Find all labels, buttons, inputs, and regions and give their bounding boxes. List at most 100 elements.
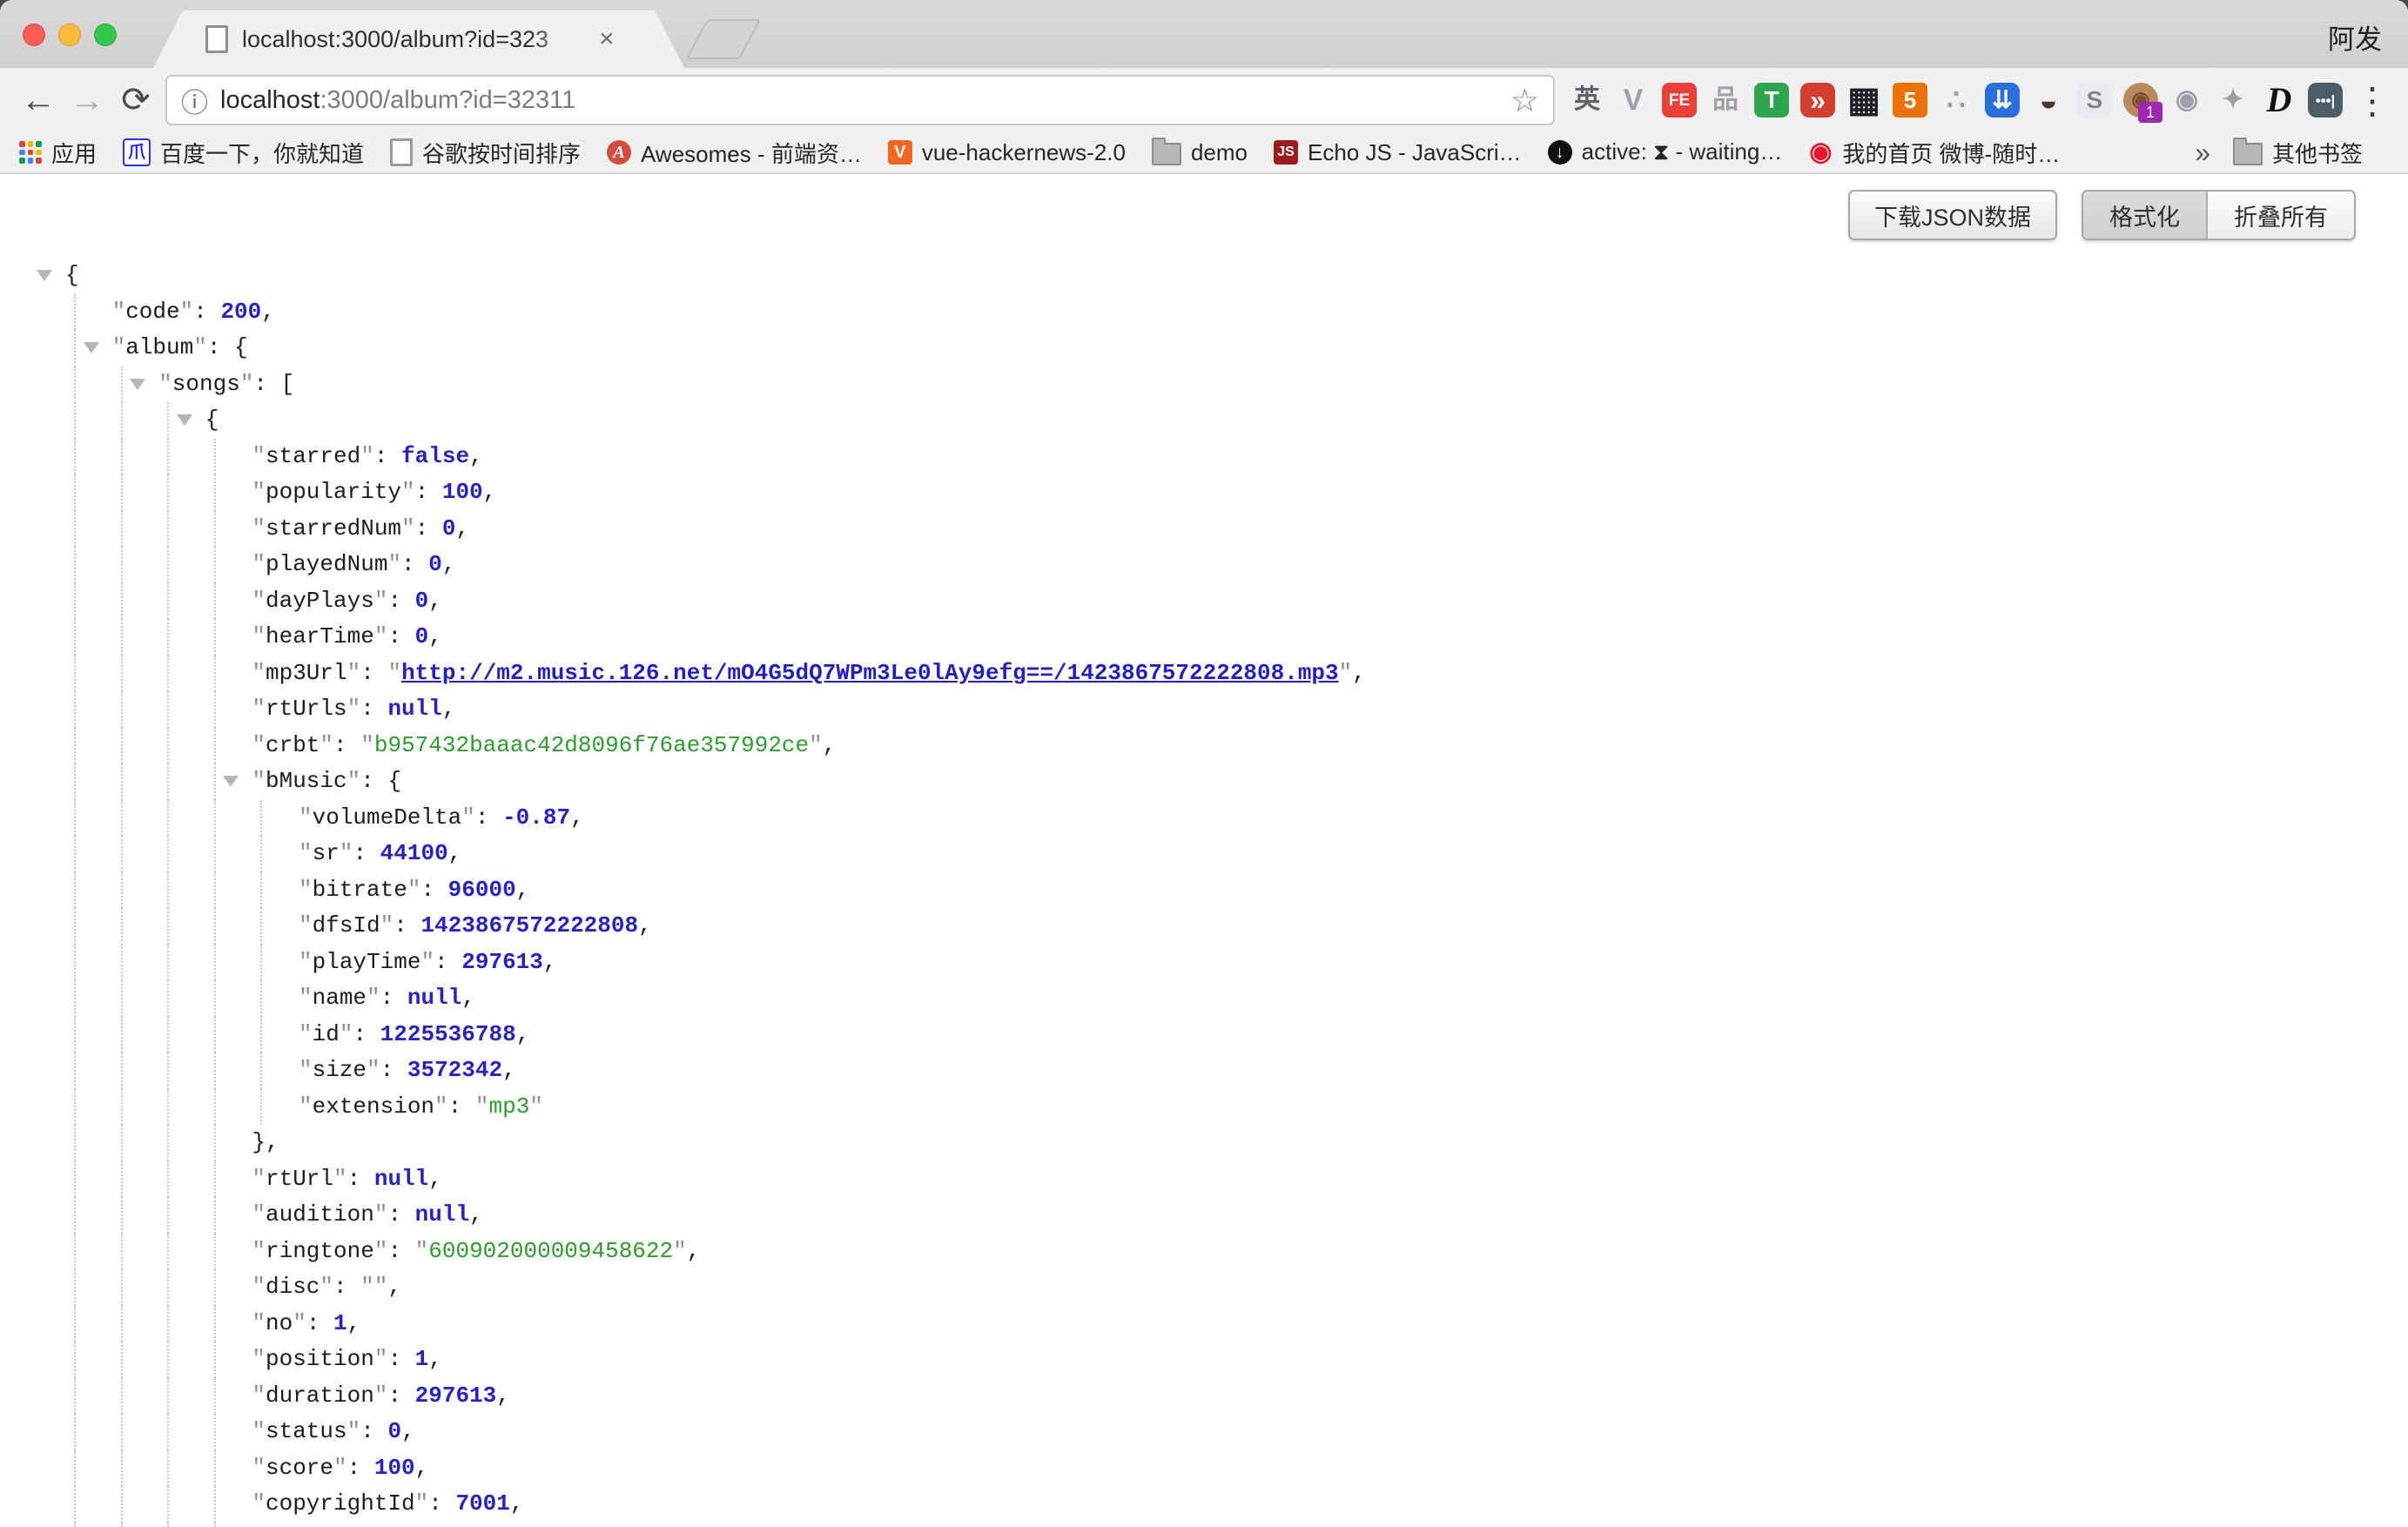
json-line: "popularity": 100, <box>0 474 2408 511</box>
json-line-text: "ringtone": "600902000009458622", <box>0 1234 700 1270</box>
indent-guide <box>74 367 76 403</box>
mp3-url-link[interactable]: http://m2.music.126.net/mO4G5dQ7WPm3Le0l… <box>401 660 1339 686</box>
forward-icon[interactable]: → <box>63 81 111 120</box>
bookmark-item[interactable]: Vvue-hackernews-2.0 <box>888 139 1126 166</box>
indent-guide <box>121 1234 123 1270</box>
dark-d-icon[interactable]: D <box>2259 80 2299 120</box>
bookmark-item[interactable]: 应用 <box>19 137 97 169</box>
browser-menu-icon[interactable]: ⋮ <box>2354 79 2391 122</box>
json-line-text: "mp3Url": "http://m2.music.126.net/mO4G5… <box>0 656 1366 692</box>
indent-guide <box>214 980 216 1017</box>
json-line: "name": null, <box>0 980 2408 1017</box>
json-line: "rtUrls": null, <box>0 691 2408 728</box>
bookmark-label: 谷歌按时间排序 <box>422 137 581 169</box>
tab-close-icon[interactable]: × <box>599 24 615 54</box>
indent-guide <box>167 1234 169 1270</box>
translate-icon[interactable]: 英 <box>1567 80 1607 120</box>
qr-code-icon[interactable]: ▦ <box>1844 80 1884 120</box>
indent-guide <box>214 583 216 620</box>
indent-guide <box>214 1125 216 1161</box>
indent-guide <box>214 1089 216 1126</box>
indent-guide <box>74 474 76 511</box>
json-line-text: "songs": [ <box>0 367 294 403</box>
indent-guide <box>167 1306 169 1342</box>
collapse-caret-icon[interactable] <box>84 342 99 353</box>
vue-devtools-icon[interactable]: V <box>1613 80 1653 120</box>
indent-guide <box>74 511 76 548</box>
bookmark-item[interactable]: JSEcho JS - JavaScri… <box>1274 139 1522 166</box>
indent-guide <box>214 945 216 981</box>
video-speed-icon[interactable]: » <box>1798 80 1838 120</box>
indent-guide <box>260 980 262 1017</box>
bookmark-item[interactable]: demo <box>1152 139 1248 166</box>
bookmark-item[interactable]: ◉我的首页 微博-随时… <box>1808 137 2060 169</box>
url-text[interactable]: localhost:3000/album?id=32311 <box>220 86 1510 115</box>
indent-guide <box>167 1342 169 1378</box>
weibo-gray-icon: ◉ <box>2167 80 2207 120</box>
collapse-all-button[interactable]: 折叠所有 <box>2208 192 2354 239</box>
indent-guide <box>121 800 123 837</box>
bookmark-item[interactable]: AAwesomes - 前端资… <box>607 137 862 169</box>
s-icon[interactable]: S <box>2075 80 2115 120</box>
indent-guide <box>121 691 123 728</box>
indent-guide <box>214 1017 216 1053</box>
json-line-text: "playTime": 297613, <box>0 945 557 981</box>
json-line-text: "sr": 44100, <box>0 836 461 872</box>
bookmark-item[interactable]: 爪百度一下，你就知道 <box>123 137 364 169</box>
sitemap-icon[interactable]: 品 <box>1705 80 1745 120</box>
site-info-icon[interactable]: ⓘ <box>181 81 208 120</box>
bookmark-item[interactable]: 谷歌按时间排序 <box>390 137 581 169</box>
bookmarks-overflow-icon[interactable]: » <box>2195 137 2210 169</box>
download-later-icon[interactable]: ⇊ <box>1982 80 2022 120</box>
close-window-button[interactable] <box>23 24 45 46</box>
indent-guide <box>121 1017 123 1053</box>
indent-guide <box>74 1053 76 1089</box>
indent-guide <box>167 980 169 1017</box>
fe-icon[interactable]: FE <box>1659 80 1699 120</box>
json-line: "playedNum": 0, <box>0 547 2408 583</box>
browser-tab[interactable]: localhost:3000/album?id=323 × <box>153 10 684 68</box>
monkey-icon[interactable]: ◉1 <box>2121 80 2161 120</box>
bookmark-label: Awesomes - 前端资… <box>641 137 862 169</box>
paw-icon[interactable]: ∴ <box>1936 80 1976 120</box>
page-favicon-icon <box>205 25 228 53</box>
indent-guide <box>74 547 76 583</box>
collapse-caret-icon[interactable] <box>223 776 239 787</box>
bookmark-star-icon[interactable]: ☆ <box>1510 82 1539 119</box>
indent-guide <box>214 836 216 872</box>
json-line: "dayPlays": 0, <box>0 583 2408 620</box>
more-tools-icon[interactable]: •••| <box>2305 80 2345 120</box>
indent-guide <box>121 619 123 656</box>
json-line: "score": 100, <box>0 1450 2408 1487</box>
bookmark-label: Echo JS - JavaScri… <box>1308 139 1522 166</box>
address-bar[interactable]: ⓘ localhost:3000/album?id=32311 ☆ <box>165 75 1555 125</box>
reload-icon[interactable]: ⟳ <box>111 80 160 120</box>
html5-player-icon[interactable]: 5 <box>1890 80 1930 120</box>
indent-guide <box>74 1161 76 1198</box>
collapse-caret-icon[interactable] <box>130 379 145 390</box>
indent-guide <box>214 728 216 764</box>
mask-icon[interactable]: ◒ <box>2028 80 2068 120</box>
json-line: "rtUrl": null, <box>0 1161 2408 1198</box>
json-line: "starred": false, <box>0 439 2408 475</box>
back-icon[interactable]: ← <box>14 81 63 120</box>
bird-icon[interactable]: ✦ <box>2213 80 2253 120</box>
indent-guide <box>121 1378 123 1415</box>
indent-guide <box>74 1523 76 1527</box>
collapse-caret-icon[interactable] <box>37 270 52 281</box>
json-line-text: "size": 3572342, <box>0 1053 516 1089</box>
maximize-window-button[interactable] <box>94 24 117 46</box>
format-button[interactable]: 格式化 <box>2083 192 2208 239</box>
other-bookmarks-folder[interactable]: 其他书签 <box>2233 137 2363 169</box>
download-json-button[interactable]: 下载JSON数据 <box>1848 190 2057 240</box>
indent-guide <box>74 872 76 909</box>
tampermonkey-icon: T <box>1754 83 1789 118</box>
minimize-window-button[interactable] <box>58 24 81 46</box>
bookmark-item[interactable]: ↓active: ⧗ - waiting… <box>1548 138 1783 166</box>
tampermonkey-icon[interactable]: T <box>1752 80 1792 120</box>
profile-name[interactable]: 阿发 <box>2328 17 2382 57</box>
traffic-lights <box>23 24 117 46</box>
weibo-gray-icon[interactable]: ◉ <box>2167 80 2207 120</box>
new-tab-button[interactable] <box>686 19 761 59</box>
collapse-caret-icon[interactable] <box>177 414 192 426</box>
